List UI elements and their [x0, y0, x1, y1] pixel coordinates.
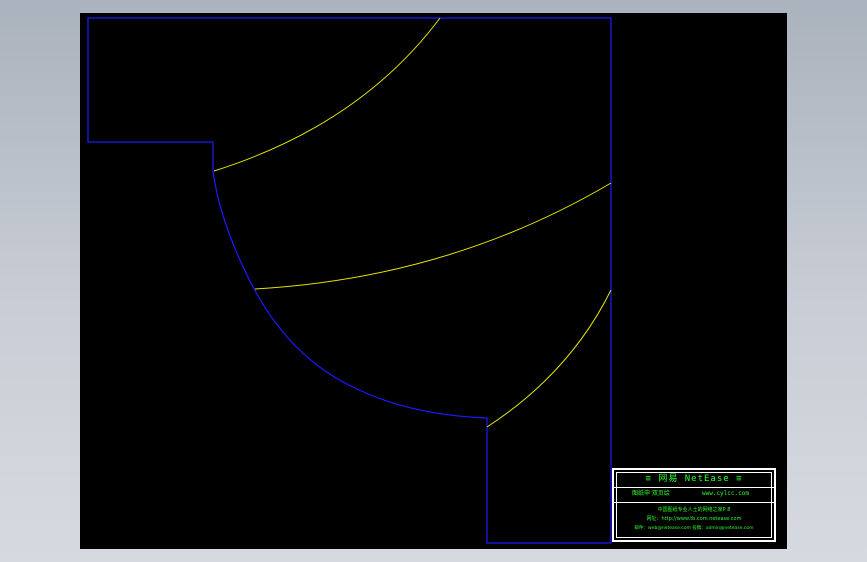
drawing-viewport[interactable]: ≡ 网易 NetEase ≡ 图纸申 双页绘 www.cylcc.com 中国图…	[80, 13, 787, 549]
title-block-website: www.cylcc.com	[702, 490, 749, 497]
curve-top	[213, 17, 441, 172]
title-block-contact: 邮件：web@netease.com 投稿：admin@netease.com	[634, 526, 754, 531]
curve-lower	[486, 289, 612, 428]
title-block-left-label: 图纸申 双页绘	[632, 490, 670, 497]
title-block: ≡ 网易 NetEase ≡ 图纸申 双页绘 www.cylcc.com 中国图…	[612, 468, 776, 542]
title-block-divider	[614, 487, 774, 488]
part-outline	[87, 17, 612, 544]
title-block-brand: ≡ 网易 NetEase ≡	[645, 474, 743, 484]
title-block-tagline: 中国图纸专业人士的网络之家P 8	[657, 507, 731, 513]
curve-middle	[254, 182, 612, 290]
title-block-divider	[614, 502, 774, 503]
title-block-url: 网址：http://www.tb.com.netease.com	[646, 516, 742, 522]
